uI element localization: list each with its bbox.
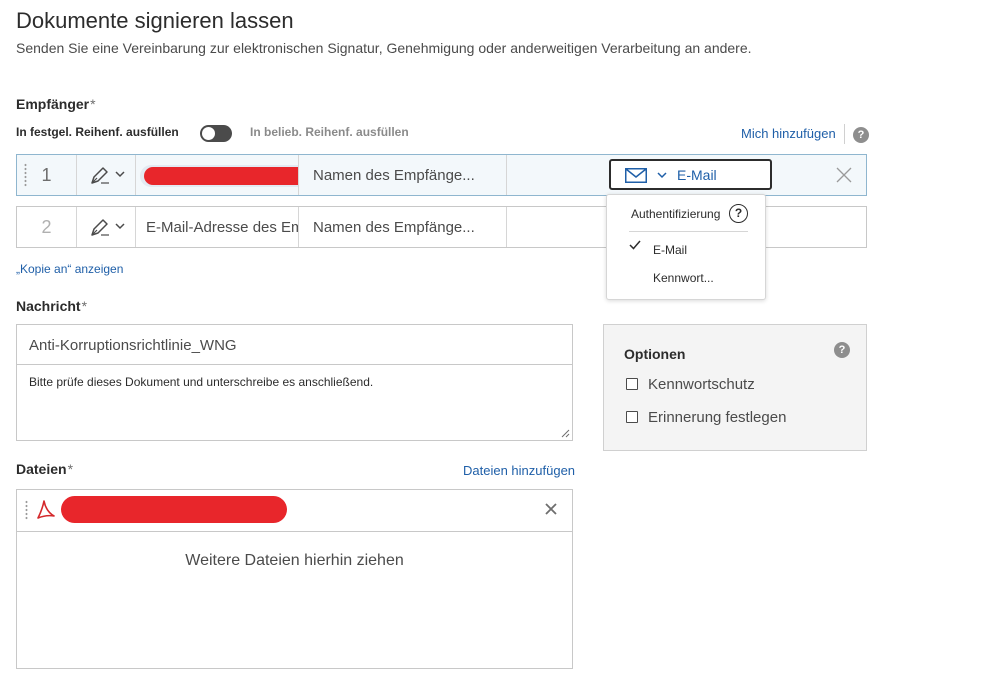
dropdown-item-password[interactable]: Kennwort... xyxy=(653,271,714,285)
toggle-knob xyxy=(202,127,215,140)
checkbox[interactable] xyxy=(626,411,638,423)
page-title: Dokumente signieren lassen xyxy=(16,8,294,33)
chevron-down-icon xyxy=(115,223,125,230)
envelope-icon xyxy=(625,168,647,183)
chevron-down-icon xyxy=(657,172,667,179)
drag-handle-icon[interactable] xyxy=(24,163,27,187)
recipient-name-field[interactable]: Namen des Empfänge... xyxy=(299,207,507,247)
option-label: Erinnerung festlegen xyxy=(648,409,787,426)
help-icon[interactable]: ? xyxy=(834,342,850,358)
role-selector[interactable] xyxy=(77,155,136,195)
resize-handle-icon[interactable] xyxy=(561,429,570,438)
redaction-mark xyxy=(144,167,298,185)
check-icon xyxy=(629,240,641,250)
recipient-email-field[interactable]: E-Mail-Adresse des Empfängers xyxy=(136,207,299,247)
role-selector[interactable] xyxy=(77,207,136,247)
recipients-label: Empfänger* xyxy=(16,96,96,112)
files-label-text: Dateien xyxy=(16,461,67,477)
remove-recipient-icon[interactable] xyxy=(836,167,852,183)
message-body-textarea[interactable]: Bitte prüfe dieses Dokument und untersch… xyxy=(29,375,373,389)
divider xyxy=(629,231,748,232)
recipient-email-placeholder: E-Mail-Adresse des Empfängers xyxy=(146,219,298,236)
add-me-link[interactable]: Mich hinzufügen xyxy=(741,126,836,141)
recipient-name-field[interactable]: Namen des Empfänge... xyxy=(299,155,507,195)
show-cc-link[interactable]: „Kopie an“ anzeigen xyxy=(16,262,123,276)
pdf-icon xyxy=(37,500,55,519)
recipient-name-placeholder: Namen des Empfänge... xyxy=(313,167,475,184)
checkbox[interactable] xyxy=(626,378,638,390)
order-toggle[interactable] xyxy=(200,125,232,142)
remove-file-icon[interactable] xyxy=(545,503,557,515)
message-label-text: Nachricht xyxy=(16,298,81,314)
file-row xyxy=(17,490,572,532)
order-any-label: In belieb. Reihenf. ausfüllen xyxy=(250,125,409,139)
question-icon[interactable]: ? xyxy=(729,204,748,223)
required-mark: * xyxy=(81,298,88,314)
dropdown-header: Authentifizierung xyxy=(631,207,721,221)
options-panel: Optionen ? Kennwortschutz Erinnerung fes… xyxy=(603,324,867,451)
files-box: Weitere Dateien hierhin ziehen xyxy=(16,489,573,669)
files-label: Dateien* xyxy=(16,461,73,477)
drop-zone-text[interactable]: Weitere Dateien hierhin ziehen xyxy=(17,552,572,570)
add-files-link[interactable]: Dateien hinzufügen xyxy=(463,463,575,478)
recipient-number-cell[interactable]: 2 xyxy=(17,207,77,247)
option-reminder[interactable]: Erinnerung festlegen xyxy=(626,409,786,426)
page-subtitle: Senden Sie eine Vereinbarung zur elektro… xyxy=(16,40,752,56)
recipient-number-cell[interactable]: 1 xyxy=(17,155,77,195)
auth-method-label: E-Mail xyxy=(677,167,717,183)
option-password[interactable]: Kennwortschutz xyxy=(626,376,755,393)
signer-pen-icon xyxy=(91,167,109,184)
recipient-email-field[interactable] xyxy=(136,155,299,195)
order-fixed-label: In festgel. Reihenf. ausfüllen xyxy=(16,125,179,139)
subject-input[interactable]: Anti-Korruptionsrichtlinie_WNG xyxy=(17,325,572,365)
dropdown-item-email[interactable]: E-Mail xyxy=(653,243,687,257)
required-mark: * xyxy=(67,461,74,477)
help-icon[interactable]: ? xyxy=(853,127,869,143)
redaction-mark xyxy=(61,496,287,523)
recipient-number: 2 xyxy=(41,217,52,237)
recipient-name-placeholder: Namen des Empfänge... xyxy=(313,219,475,236)
required-mark: * xyxy=(90,96,96,112)
message-label: Nachricht* xyxy=(16,298,87,314)
option-label: Kennwortschutz xyxy=(648,376,755,393)
message-box: Anti-Korruptionsrichtlinie_WNG Bitte prü… xyxy=(16,324,573,441)
divider xyxy=(844,124,845,144)
auth-dropdown-menu: Authentifizierung ? E-Mail Kennwort... xyxy=(606,194,766,300)
recipient-number: 1 xyxy=(41,165,52,185)
recipients-label-text: Empfänger xyxy=(16,96,90,112)
signer-pen-icon xyxy=(91,219,109,236)
auth-method-button[interactable]: E-Mail xyxy=(609,159,772,190)
subject-value: Anti-Korruptionsrichtlinie_WNG xyxy=(29,337,237,354)
options-title: Optionen xyxy=(624,346,686,362)
chevron-down-icon xyxy=(115,171,125,178)
drag-handle-icon[interactable] xyxy=(25,500,28,520)
